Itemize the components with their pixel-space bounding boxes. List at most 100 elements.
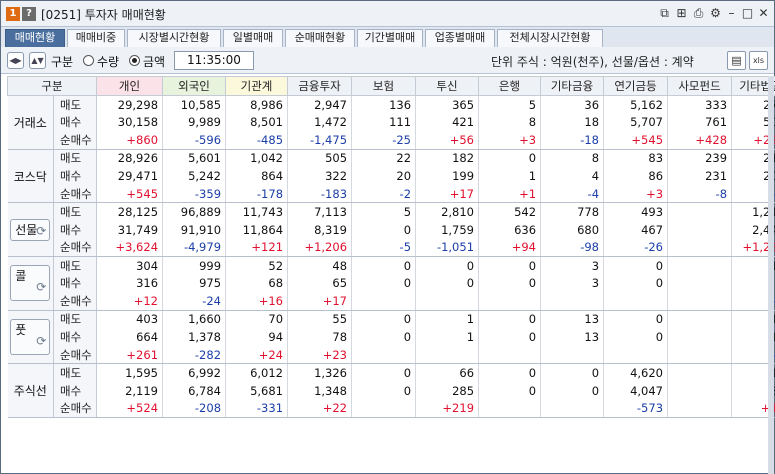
prev-arrow-button[interactable]: ◀▶ — [7, 52, 24, 69]
value-cell: 5,707 — [603, 113, 669, 132]
header-other-finance[interactable]: 기타금융 — [540, 76, 605, 96]
value-cell: 1,759 — [415, 220, 480, 239]
unit-note: 단위 주식 : 억원(천주), 선물/옵션 : 계약 — [491, 55, 694, 69]
radio-amount[interactable] — [129, 55, 140, 66]
trade-type-label: 순매수 — [53, 131, 98, 150]
tab-daily-trading[interactable]: 일별매매 — [223, 29, 283, 47]
tab-net-trading-status[interactable]: 순매매현황 — [285, 29, 355, 47]
value-cell: 182 — [415, 149, 480, 168]
value-cell: 864 — [225, 167, 289, 185]
radio-quantity-label[interactable]: 수량 — [97, 53, 119, 70]
value-cell: 316 — [96, 274, 164, 293]
tab-sector-trading[interactable]: 업종별매매 — [425, 29, 495, 47]
trade-type-label: 매수 — [53, 220, 98, 239]
radio-amount-label[interactable]: 금액 — [143, 53, 165, 70]
value-cell: 542 — [478, 202, 542, 221]
value-cell: 18 — [540, 113, 605, 132]
value-cell: 8,501 — [225, 113, 289, 132]
market-group-cell[interactable]: 콜 ⟳ — [7, 256, 54, 311]
table-row: 콜⟳매도30499952480003012 — [7, 256, 775, 311]
trade-type-label: 순매수 — [53, 399, 98, 419]
title-bar: 1 ? [0251] 투자자 매매현황 ⧉ ⊞ ⎙ ⚙ – □ ✕ — [1, 1, 774, 27]
value-cell: 0 — [351, 256, 417, 275]
value-cell: 0 — [478, 310, 542, 329]
settings-gear-icon[interactable]: ⚙ — [708, 6, 723, 21]
market-group-cell[interactable]: 풋 ⟳ — [7, 310, 54, 365]
value-cell: 999 — [162, 256, 227, 275]
header-bank[interactable]: 은행 — [478, 76, 542, 96]
value-cell: -98 — [540, 238, 605, 258]
value-cell: -26 — [603, 238, 669, 258]
trade-type-label: 매수 — [53, 381, 98, 400]
value-cell — [415, 345, 480, 365]
value-cell: 6,012 — [225, 363, 289, 382]
value-cell — [667, 238, 733, 258]
value-cell — [540, 399, 605, 419]
refresh-icon: ⟳ — [36, 223, 47, 238]
trade-type-label: 매수 — [53, 274, 98, 293]
header-insurance[interactable]: 보험 — [351, 76, 417, 96]
header-investment-trust[interactable]: 투신 — [415, 76, 480, 96]
table-row: 순매수+545-359-178-183-2+17+1-4+3-8-9 — [8, 184, 775, 204]
table-row: 순매수+12-24+16+17-5 — [8, 292, 775, 311]
market-toggle-button[interactable]: 콜 ⟳ — [10, 265, 51, 302]
value-cell: 1,595 — [96, 363, 164, 382]
close-button[interactable]: ✕ — [756, 6, 771, 21]
header-private-equity[interactable]: 사모펀드 — [667, 76, 733, 96]
up-down-arrow-button[interactable]: ▲▼ — [29, 52, 46, 69]
value-cell: +860 — [96, 131, 164, 150]
investor-trading-window: 1 ? [0251] 투자자 매매현황 ⧉ ⊞ ⎙ ⚙ – □ ✕ 매매현황 매… — [0, 0, 775, 474]
value-cell: +24 — [225, 345, 289, 365]
market-toggle-button[interactable]: 풋 ⟳ — [10, 319, 51, 356]
value-cell — [603, 345, 669, 365]
toolbar: ◀▶ ▲▼ 구분 수량 금액 11:35:00 단위 주식 : 억원(천주), … — [1, 47, 774, 74]
screen-number-badge[interactable]: 1 — [6, 7, 20, 21]
vertical-scrollbar[interactable] — [768, 76, 774, 474]
value-cell: 1,472 — [287, 113, 353, 132]
value-cell: -24 — [162, 292, 227, 311]
minimize-button[interactable]: – — [724, 6, 739, 21]
maximize-button[interactable]: □ — [740, 6, 755, 21]
trade-type-label: 매수 — [53, 167, 98, 185]
tab-period-trading[interactable]: 기간별매매 — [357, 29, 423, 47]
value-cell: +545 — [603, 131, 669, 150]
value-cell — [351, 345, 417, 365]
tab-trading-status[interactable]: 매매현황 — [5, 29, 65, 47]
value-cell: 78 — [287, 328, 353, 346]
header-foreign[interactable]: 외국인 — [162, 76, 227, 96]
value-cell: 5,681 — [225, 381, 289, 400]
header-individual[interactable]: 개인 — [96, 76, 164, 96]
value-cell: 70 — [225, 310, 289, 329]
time-input[interactable]: 11:35:00 — [174, 51, 254, 70]
header-pension-funds[interactable]: 연기금등 — [603, 76, 669, 96]
layout-icon[interactable]: ⊞ — [674, 6, 689, 21]
tab-bar: 매매현황 매매비중 시장별시간현황 일별매매 순매매현황 기간별매매 업종별매매… — [1, 27, 774, 47]
value-cell: 2,810 — [415, 202, 480, 221]
market-group-cell[interactable]: 선물 ⟳ — [7, 202, 54, 258]
value-cell: 0 — [351, 363, 417, 382]
tab-all-market-time-status[interactable]: 전체시장시간현황 — [497, 29, 603, 47]
trade-type-label: 순매수 — [53, 345, 98, 365]
tab-trading-ratio[interactable]: 매매비중 — [67, 29, 125, 47]
header-financial-investment[interactable]: 금융투자 — [287, 76, 353, 96]
tab-market-time-status[interactable]: 시장별시간현황 — [127, 29, 221, 47]
value-cell — [667, 381, 733, 400]
value-cell: 0 — [351, 381, 417, 400]
value-cell: 1,378 — [162, 328, 227, 346]
radio-quantity[interactable] — [83, 55, 94, 66]
grid-view-icon[interactable]: ▤ — [727, 51, 746, 70]
market-group-label: 주식선 — [13, 384, 47, 399]
value-cell: 6,784 — [162, 381, 227, 400]
print-icon[interactable]: ⎙ — [691, 6, 706, 21]
value-cell: -331 — [225, 399, 289, 419]
value-cell — [478, 345, 542, 365]
help-icon[interactable]: ? — [22, 7, 36, 21]
excel-export-icon[interactable]: xls — [749, 51, 768, 70]
value-cell: +1 — [478, 184, 542, 204]
value-cell: 0 — [603, 310, 669, 329]
value-cell: 111 — [351, 113, 417, 132]
market-group-cell: 거래소 — [7, 95, 54, 150]
market-toggle-button[interactable]: 선물 ⟳ — [10, 218, 51, 241]
link-window-icon[interactable]: ⧉ — [657, 6, 672, 21]
header-institution-total[interactable]: 기관계 — [225, 76, 289, 96]
